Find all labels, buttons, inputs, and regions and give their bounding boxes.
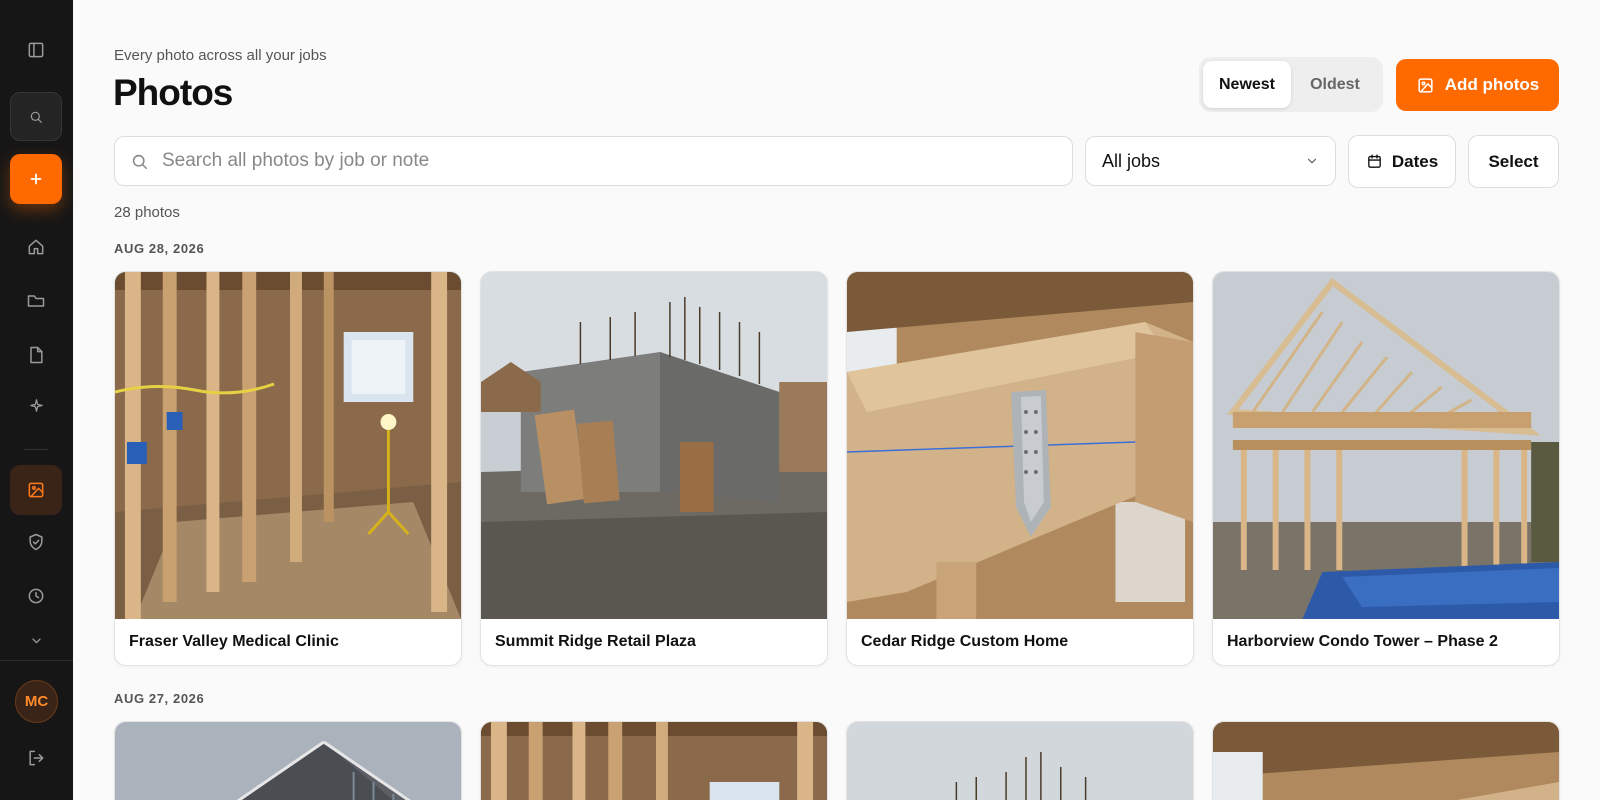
photo-card[interactable] — [114, 721, 462, 800]
sort-oldest-button[interactable]: Oldest — [1291, 61, 1379, 108]
app: MC Every photo across all your jobs Phot… — [0, 0, 1600, 800]
photo-card[interactable]: Harborview Condo Tower – Phase 2 — [1212, 271, 1560, 666]
sidebar-divider — [0, 660, 73, 661]
photo-thumbnail — [481, 722, 827, 800]
plus-icon — [30, 173, 42, 185]
dates-label: Dates — [1391, 151, 1439, 171]
chevron-down-icon — [1307, 158, 1317, 164]
photo-thumbnail — [847, 272, 1193, 619]
jobs-filter-value: All jobs — [1102, 150, 1161, 171]
photo-job-name: Harborview Condo Tower – Phase 2 — [1227, 633, 1498, 650]
sidebar-more-button[interactable] — [10, 620, 62, 660]
page-subtitle: Every photo across all your jobs — [114, 47, 327, 64]
photo-card[interactable] — [1212, 721, 1560, 800]
select-button[interactable]: Select — [1468, 135, 1559, 188]
add-photos-label: Add photos — [1444, 75, 1540, 94]
home-icon — [28, 239, 44, 255]
file-icon — [30, 346, 43, 364]
photo-card[interactable] — [846, 721, 1194, 800]
folder-icon — [27, 295, 45, 307]
group-date-heading: AUG 28, 2026 — [114, 241, 205, 256]
sort-toggle: Newest Oldest — [1199, 57, 1383, 112]
sidebar-item-timesheets[interactable] — [10, 572, 62, 620]
photo-job-name: Summit Ridge Retail Plaza — [495, 633, 696, 650]
photo-count: 28 photos — [114, 204, 180, 221]
search-icon — [30, 111, 42, 123]
sort-newest-button[interactable]: Newest — [1203, 61, 1291, 108]
shield-icon — [29, 533, 43, 551]
photo-thumbnail — [115, 722, 461, 800]
sparkle-icon — [29, 398, 43, 412]
photo-job-name: Cedar Ridge Custom Home — [861, 633, 1069, 650]
sidebar-divider — [24, 449, 48, 450]
calendar-icon — [1368, 154, 1381, 168]
photo-thumbnail — [115, 272, 461, 619]
photo-thumbnail — [847, 722, 1193, 800]
sidebar-toggle-icon — [28, 42, 44, 58]
logout-icon — [29, 750, 44, 766]
image-icon — [1418, 77, 1433, 93]
sidebar-item-home[interactable] — [10, 223, 62, 271]
photo-thumbnail — [1213, 722, 1559, 800]
photo-job-name: Fraser Valley Medical Clinic — [129, 633, 339, 650]
dates-button[interactable]: Dates — [1348, 135, 1456, 188]
avatar[interactable]: MC — [15, 680, 58, 723]
sidebar-item-photos[interactable] — [10, 465, 62, 515]
sidebar-item-jobs[interactable] — [10, 277, 62, 325]
photo-card[interactable]: Cedar Ridge Custom Home — [846, 271, 1194, 666]
sidebar-search-button[interactable] — [10, 92, 62, 141]
clock-icon — [28, 588, 44, 604]
group-date-heading: AUG 27, 2026 — [114, 691, 205, 706]
search-icon — [132, 154, 147, 169]
photo-card[interactable]: Summit Ridge Retail Plaza — [480, 271, 828, 666]
page-title: Photos — [113, 72, 233, 113]
chevron-down-icon — [31, 637, 41, 643]
photo-card[interactable] — [480, 721, 828, 800]
sidebar: MC — [0, 0, 73, 800]
photo-card[interactable]: Fraser Valley Medical Clinic — [114, 271, 462, 666]
jobs-filter-select[interactable]: All jobs — [1085, 136, 1336, 186]
sidebar-item-documents[interactable] — [10, 331, 62, 379]
sidebar-add-button[interactable] — [10, 154, 62, 204]
search-input[interactable] — [162, 150, 1042, 172]
logout-button[interactable] — [10, 734, 62, 782]
image-icon — [28, 482, 44, 498]
photo-thumbnail — [481, 272, 827, 619]
search-box — [114, 136, 1073, 186]
sidebar-item-safety[interactable] — [10, 518, 62, 566]
sidebar-toggle-button[interactable] — [10, 26, 62, 74]
photo-thumbnail — [1213, 272, 1559, 619]
sidebar-item-ai[interactable] — [10, 381, 62, 429]
add-photos-button[interactable]: Add photos — [1396, 59, 1559, 111]
